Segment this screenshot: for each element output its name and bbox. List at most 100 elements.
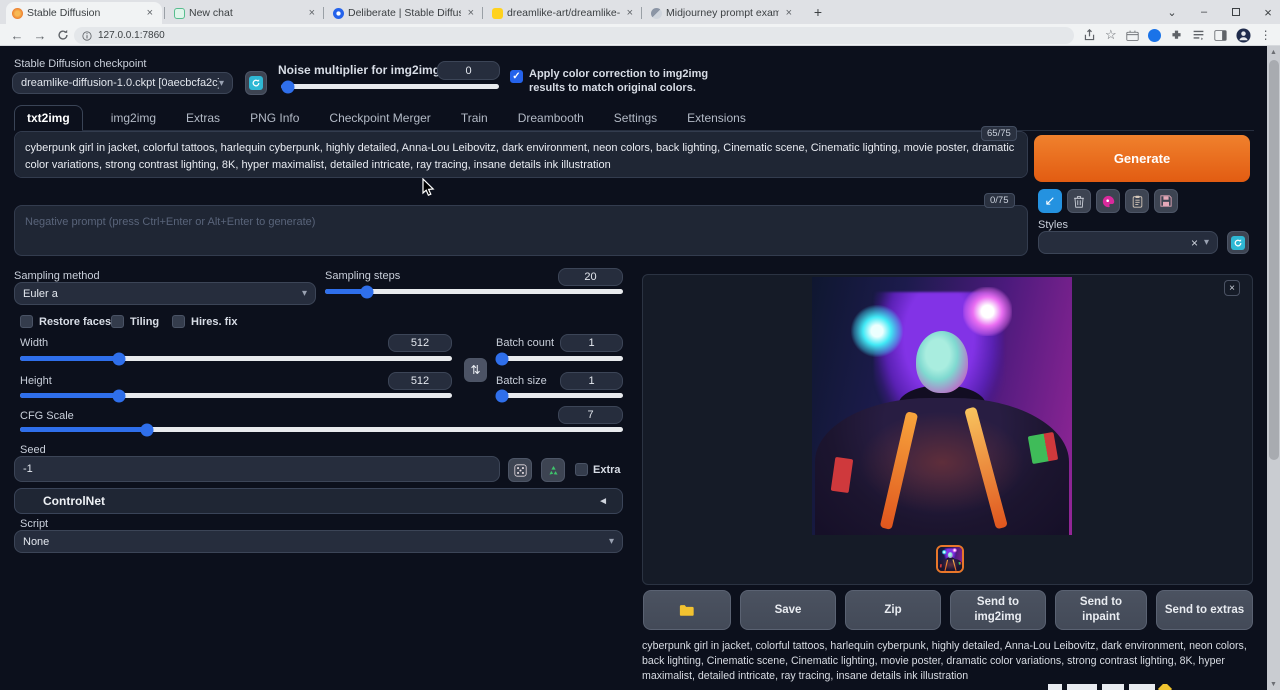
reuse-seed-button[interactable] [541, 458, 565, 482]
height-value[interactable] [388, 372, 452, 390]
grid-extension-icon[interactable] [1126, 29, 1139, 42]
negative-prompt-textarea[interactable] [14, 205, 1028, 256]
read-params-button[interactable]: ↙ [1038, 189, 1062, 213]
tab-close-icon[interactable]: × [465, 7, 477, 19]
tab-close-icon[interactable]: × [144, 7, 156, 19]
width-value[interactable] [388, 334, 452, 352]
tab-img2img[interactable]: img2img [109, 106, 158, 130]
slider-knob[interactable] [496, 389, 509, 402]
clear-styles-icon[interactable]: × [1191, 236, 1202, 250]
bookmark-star-icon[interactable]: ☆ [1105, 27, 1117, 43]
send-to-inpaint-button[interactable]: Send to inpaint [1055, 590, 1147, 630]
checkpoint-refresh-button[interactable] [245, 71, 267, 95]
batch-size-input[interactable] [561, 373, 622, 389]
seed-field[interactable] [14, 456, 500, 482]
window-close-icon[interactable]: × [1258, 2, 1278, 22]
batch-count-input[interactable] [561, 335, 622, 351]
blue-extension-icon[interactable] [1148, 29, 1161, 42]
sampling-steps-slider[interactable] [325, 289, 623, 294]
color-correction-checkbox[interactable]: ✓ [510, 70, 523, 83]
tab-close-icon[interactable]: × [306, 7, 318, 19]
browser-tab-midjourney[interactable]: Midjourney prompt examples : L × [645, 2, 801, 24]
window-maximize-icon[interactable] [1226, 2, 1246, 22]
window-dropdown-icon[interactable]: ⌄ [1162, 2, 1182, 22]
share-icon[interactable] [1083, 29, 1096, 42]
url-bar[interactable]: 127.0.0.1:7860 [74, 27, 1074, 44]
width-slider[interactable] [20, 356, 452, 361]
window-minimize-icon[interactable]: – [1194, 2, 1214, 22]
sampling-method-dropdown[interactable]: Euler a ▾ [14, 282, 316, 305]
tab-close-icon[interactable]: × [783, 7, 795, 19]
page-scrollbar[interactable]: ▲ ▼ [1267, 46, 1280, 690]
send-to-extras-button[interactable]: Send to extras [1156, 590, 1253, 630]
slider-knob[interactable] [140, 423, 153, 436]
cfg-scale-slider[interactable] [20, 427, 623, 432]
batch-size-slider[interactable] [496, 393, 623, 398]
slider-knob[interactable] [281, 80, 294, 93]
tab-close-icon[interactable]: × [624, 7, 636, 19]
reading-list-icon[interactable] [1192, 29, 1205, 42]
sampling-steps-input[interactable] [559, 269, 622, 285]
cfg-scale-value[interactable] [558, 406, 623, 424]
generate-button[interactable]: Generate [1034, 135, 1250, 182]
close-preview-button[interactable]: × [1224, 280, 1240, 296]
scroll-down-icon[interactable]: ▼ [1267, 678, 1280, 690]
tab-train[interactable]: Train [459, 106, 490, 130]
tab-extensions[interactable]: Extensions [685, 106, 748, 130]
noise-multiplier-value[interactable] [437, 61, 500, 80]
back-icon[interactable]: ← [8, 26, 26, 44]
tab-txt2img[interactable]: txt2img [14, 105, 83, 131]
tab-checkpoint-merger[interactable]: Checkpoint Merger [327, 106, 432, 130]
browser-tab-stable-diffusion[interactable]: Stable Diffusion × [6, 2, 162, 24]
checkpoint-dropdown[interactable]: dreamlike-diffusion-1.0.ckpt [0aecbcfa2c… [12, 72, 233, 94]
send-to-img2img-button[interactable]: Send to img2img [950, 590, 1046, 630]
slider-knob[interactable] [113, 352, 126, 365]
height-slider[interactable] [20, 393, 452, 398]
apply-style-button[interactable] [1125, 189, 1149, 213]
prompt-textarea[interactable]: cyberpunk girl in jacket, colorful tatto… [14, 131, 1028, 178]
slider-knob[interactable] [360, 285, 373, 298]
zip-button[interactable]: Zip [845, 590, 941, 630]
tab-extras[interactable]: Extras [184, 106, 222, 130]
forward-icon[interactable]: → [31, 26, 49, 44]
seed-input[interactable] [15, 457, 499, 481]
sampling-steps-value[interactable] [558, 268, 623, 286]
profile-avatar[interactable] [1236, 28, 1251, 43]
slider-knob[interactable] [496, 352, 509, 365]
save-style-button[interactable] [1154, 189, 1178, 213]
noise-multiplier-slider[interactable] [281, 84, 499, 89]
scrollbar-thumb[interactable] [1269, 60, 1279, 460]
cfg-scale-input[interactable] [559, 407, 622, 423]
extra-seed-checkbox[interactable] [575, 463, 588, 476]
browser-tab-new-chat[interactable]: New chat × [168, 2, 324, 24]
puzzle-extensions-icon[interactable] [1170, 29, 1183, 42]
menu-more-icon[interactable]: ⋮ [1260, 28, 1272, 42]
height-input[interactable] [389, 373, 451, 389]
controlnet-accordion[interactable]: ControlNet ◄ [14, 488, 623, 514]
tab-png-info[interactable]: PNG Info [248, 106, 301, 130]
open-folder-button[interactable] [643, 590, 731, 630]
width-input[interactable] [389, 335, 451, 351]
reload-icon[interactable] [54, 26, 72, 44]
styles-refresh-button[interactable] [1227, 231, 1249, 254]
browser-tab-dreamlike[interactable]: dreamlike-art/dreamlike-diffusio × [486, 2, 642, 24]
script-dropdown[interactable]: None ▾ [14, 530, 623, 553]
restore-faces-checkbox[interactable] [20, 315, 33, 328]
swap-dimensions-button[interactable]: ⇅ [464, 358, 487, 382]
styles-dropdown[interactable]: × ▾ [1038, 231, 1218, 254]
batch-count-value[interactable] [560, 334, 623, 352]
batch-size-value[interactable] [560, 372, 623, 390]
extra-networks-button[interactable] [1096, 189, 1120, 213]
new-tab-button[interactable]: + [808, 2, 828, 22]
tiling-checkbox[interactable] [111, 315, 124, 328]
clear-prompt-button[interactable] [1067, 189, 1091, 213]
tab-dreambooth[interactable]: Dreambooth [516, 106, 586, 130]
save-button[interactable]: Save [740, 590, 836, 630]
side-panel-icon[interactable] [1214, 29, 1227, 42]
batch-count-slider[interactable] [496, 356, 623, 361]
random-seed-button[interactable] [508, 458, 532, 482]
generated-image[interactable] [812, 277, 1072, 535]
scroll-up-icon[interactable]: ▲ [1267, 46, 1280, 58]
noise-multiplier-input[interactable] [438, 62, 499, 79]
browser-tab-deliberate[interactable]: Deliberate | Stable Diffusion Che × [327, 2, 483, 24]
